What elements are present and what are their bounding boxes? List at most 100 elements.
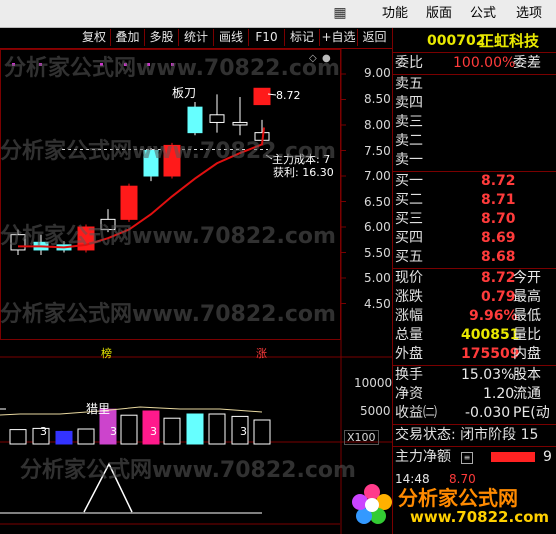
sell-label: 卖四 (395, 95, 423, 111)
watermark: 分析家公式网www.70822.com (4, 56, 340, 81)
sell-row-4: 卖四 (393, 94, 556, 113)
grid-icon[interactable]: ▦ (330, 4, 350, 22)
volume-count-label: 3 (150, 425, 157, 438)
stat-label: 收益㈡ (395, 405, 437, 421)
candle-body-down (232, 121, 248, 126)
stat-label2: 股本 (513, 367, 541, 383)
stat-label2: 今开 (513, 270, 541, 286)
sell-label: 卖三 (395, 114, 423, 130)
main-net-bar (491, 452, 535, 462)
volume-bar (77, 428, 95, 445)
stat-label2: PE(动 (513, 405, 550, 421)
fuquan-button[interactable]: 复权 (78, 29, 111, 46)
candle-body-down (209, 114, 225, 123)
stat-row: 现价 8.72 今开 (393, 269, 556, 288)
flower-logo-icon (352, 484, 392, 524)
buy-price: 8.70 (481, 211, 516, 227)
stat-row: 涨幅 9.96% 最低 (393, 307, 556, 326)
stat-value: 1.20 (483, 386, 515, 402)
buy-label: 买四 (395, 230, 423, 246)
buy-label: 买五 (395, 249, 423, 265)
buy-label: 买三 (395, 211, 423, 227)
buy-row-4: 买四 8.69 (393, 229, 556, 248)
statistics-button[interactable]: 统计 (179, 29, 214, 46)
price-tick: 8.00 (364, 118, 391, 132)
back-button[interactable]: 返回 (358, 29, 391, 46)
bandao-label: 板刀 (172, 86, 197, 100)
trade-status-text: 交易状态: 闭市阶段 15 (395, 427, 539, 443)
sell-label: 卖一 (395, 152, 423, 168)
stat2-row: 收益㈡ -0.030 PE(动 (393, 404, 556, 423)
volume-bar (9, 429, 27, 445)
volume-count-label: 3 (240, 425, 247, 438)
candle-body-down (187, 106, 203, 134)
main-net-row[interactable]: 主力净额 ≡ 9 (393, 448, 556, 467)
menu-function[interactable]: 功能 (382, 4, 408, 24)
watermark: 分析家公式网www.70822.com (20, 458, 356, 483)
xianli-label: 猎里 (86, 402, 111, 416)
list-icon[interactable]: ≡ (461, 452, 473, 464)
weicha-label: 委差 (513, 55, 541, 71)
volume-bar (55, 430, 73, 445)
candle-body-up (120, 185, 138, 220)
buy-row-5: 买五 8.68 (393, 248, 556, 267)
volume-tick: 10000 (354, 376, 393, 390)
watermark: 分析家公式网www.70822.com (0, 302, 336, 327)
price-tick: 6.00 (364, 220, 391, 234)
stat-value: 0.79 (481, 289, 516, 305)
price-tick: 6.50 (364, 195, 391, 209)
zhang-label: 涨 (256, 347, 267, 360)
stat-row: 涨跌 0.79 最高 (393, 288, 556, 307)
price-tick: 7.00 (364, 169, 391, 183)
add-watchlist-button[interactable]: +自选 (320, 29, 358, 46)
site-logo: 分析家公式网 www.70822.com (350, 478, 550, 530)
chart-toolbar: 复权 叠加 多股 统计 画线 F10 标记 +自选 返回 (0, 28, 392, 49)
weibi-row: 委比 100.00% 委差 (393, 54, 556, 73)
buy-price: 8.69 (481, 230, 516, 246)
price-tick: 8.50 (364, 92, 391, 106)
trade-status: 交易状态: 闭市阶段 15 (393, 426, 556, 445)
draw-line-button[interactable]: 画线 (214, 29, 249, 46)
f10-button[interactable]: F10 (249, 29, 285, 46)
last-price-label: 8.72 (276, 89, 301, 102)
stat-label2: 最低 (513, 308, 541, 324)
stat-value: 175509 (461, 346, 520, 362)
volume-tick: 5000 (360, 404, 391, 418)
stock-code: 000702 (427, 33, 486, 49)
buy-row-1: 买一 8.72 (393, 172, 556, 191)
quote-panel: 000702 正虹科技 委比 100.00% 委差 卖五 卖四 卖三 卖二 卖一… (392, 28, 556, 534)
volume-bar (253, 419, 271, 445)
volume-unit: X100 (344, 430, 379, 445)
stat-label: 外盘 (395, 346, 423, 362)
sell-label: 卖五 (395, 76, 423, 92)
sell-row-2: 卖二 (393, 132, 556, 151)
stat2-row: 换手 15.03% 股本 (393, 366, 556, 385)
buy-row-2: 买二 8.71 (393, 191, 556, 210)
sell-row-5: 卖五 (393, 75, 556, 94)
sell-row-3: 卖三 (393, 113, 556, 132)
logo-url: www.70822.com (410, 508, 550, 526)
stat-label2: 流通 (513, 386, 541, 402)
buy-price: 8.68 (481, 249, 516, 265)
watermark: 分析家公式网www.70822.com (0, 224, 336, 249)
multi-stock-button[interactable]: 多股 (145, 29, 179, 46)
buy-price: 8.72 (481, 173, 516, 189)
weibi-label: 委比 (395, 55, 423, 71)
volume-bar (120, 414, 138, 445)
stat-label2: 最高 (513, 289, 541, 305)
menu-formula[interactable]: 公式 (470, 4, 496, 24)
mark-button[interactable]: 标记 (285, 29, 320, 46)
menu-layout[interactable]: 版面 (426, 4, 452, 24)
price-tick: 4.50 (364, 297, 391, 311)
stat-value: 8.72 (481, 270, 516, 286)
buy-row-3: 买三 8.70 (393, 210, 556, 229)
stat-label2: 量比 (513, 327, 541, 343)
price-tick: 9.00 (364, 66, 391, 80)
candle-body-up (253, 87, 271, 106)
stock-name: 正虹科技 (479, 32, 540, 50)
buy-price: 8.71 (481, 192, 516, 208)
menu-options[interactable]: 选项 (516, 4, 542, 24)
overlay-button[interactable]: 叠加 (111, 29, 145, 46)
buy-label: 买一 (395, 173, 423, 189)
volume-bar (208, 413, 226, 445)
